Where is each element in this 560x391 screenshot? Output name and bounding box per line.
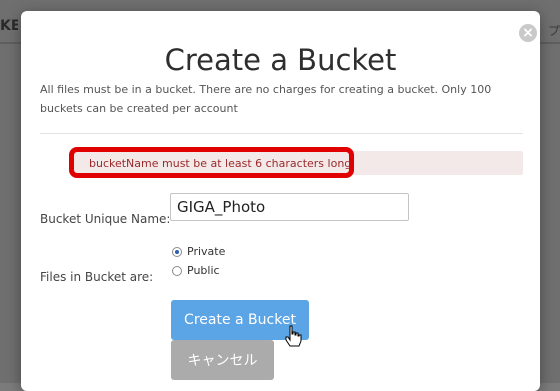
background-header-link: プ: [548, 24, 560, 38]
background-header-text: KE: [0, 18, 18, 34]
modal-title: Create a Bucket: [164, 43, 397, 77]
files-visibility-label: Files in Bucket are:: [40, 270, 154, 284]
radio-public[interactable]: [172, 265, 182, 276]
create-bucket-modal: × Create a Bucket All files must be in a…: [21, 11, 540, 391]
radio-private-label: Private: [187, 245, 226, 258]
error-message-text: bucketName must be at least 6 characters…: [89, 157, 352, 170]
radio-private-option[interactable]: Private: [172, 245, 225, 258]
radio-public-label: Public: [187, 264, 220, 277]
divider: [40, 133, 523, 134]
bucket-name-label: Bucket Unique Name:: [40, 212, 171, 226]
radio-public-option[interactable]: Public: [172, 264, 220, 277]
radio-private[interactable]: [172, 246, 182, 257]
cancel-button[interactable]: キャンセル: [171, 340, 274, 380]
hand-cursor-icon: [285, 325, 302, 347]
bucket-name-input[interactable]: [170, 193, 409, 221]
modal-description: All files must be in a bucket. There are…: [40, 83, 492, 115]
close-icon[interactable]: ×: [519, 24, 537, 42]
